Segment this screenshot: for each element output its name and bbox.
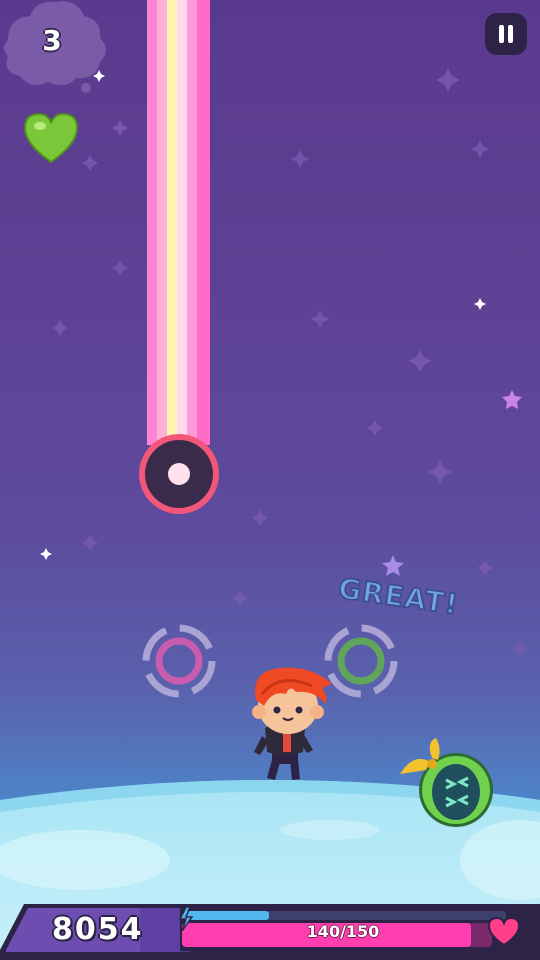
- energy-bar-fill: [186, 911, 269, 920]
- score-counter: 8054: [52, 912, 144, 947]
- pause-icon: [508, 25, 513, 43]
- health-text: 140/150: [306, 922, 380, 941]
- pause-button[interactable]: [485, 13, 527, 55]
- pause-icon: [499, 25, 504, 43]
- bomb-enemy: [400, 738, 493, 827]
- combo-counter: 3: [42, 24, 62, 57]
